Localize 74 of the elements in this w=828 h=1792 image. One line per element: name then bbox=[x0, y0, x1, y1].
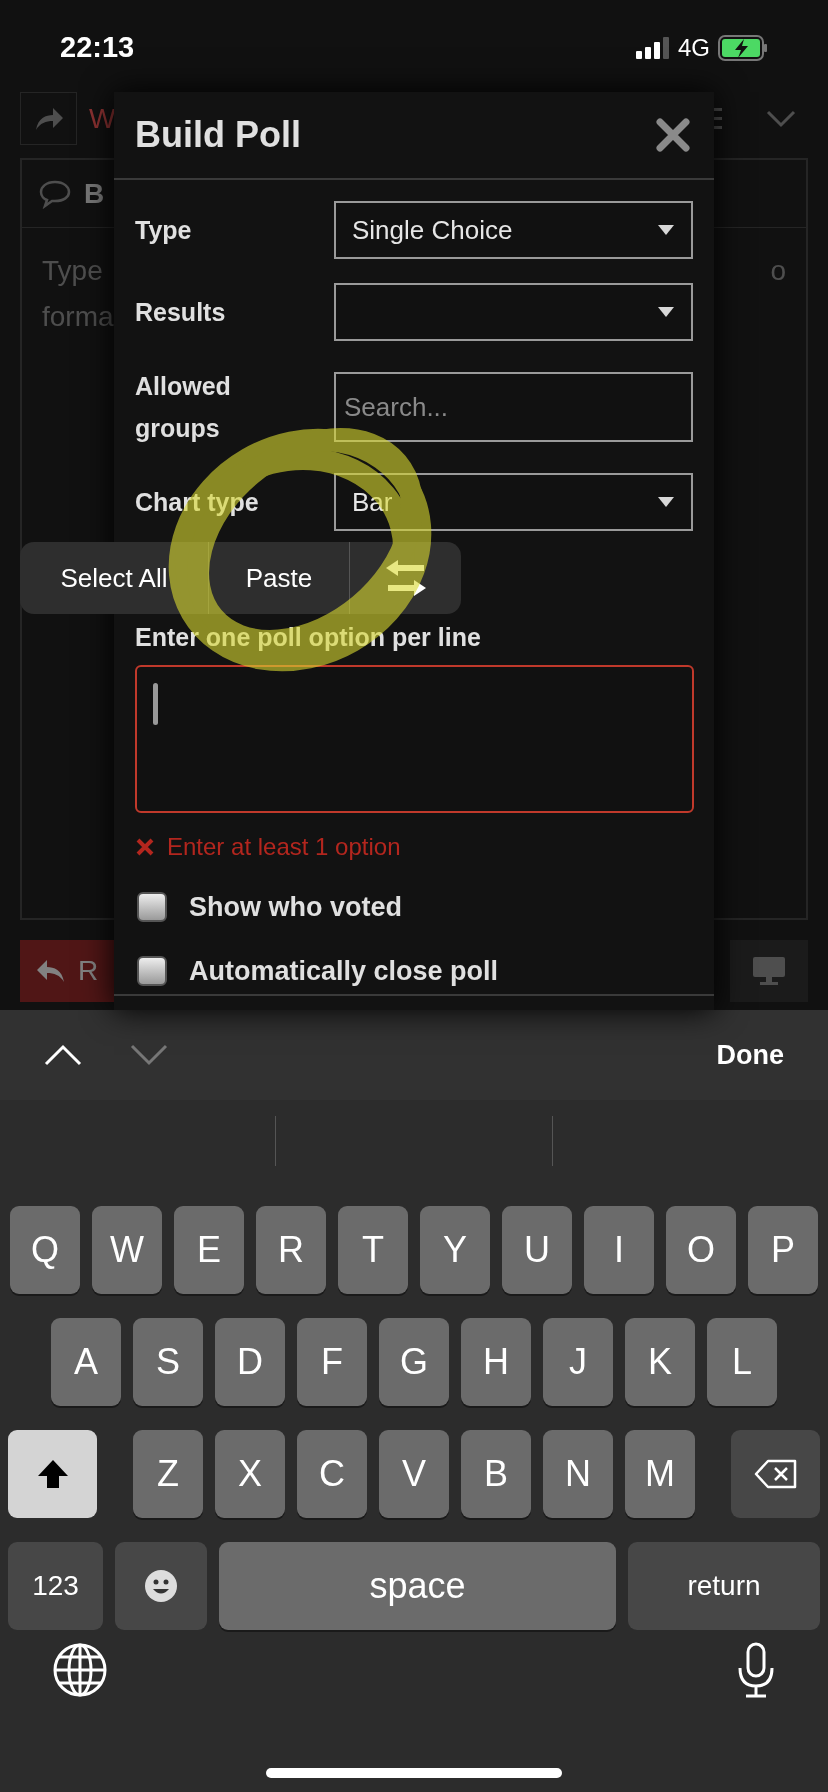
chevron-down-icon bbox=[766, 109, 796, 128]
key[interactable]: L bbox=[707, 1318, 777, 1406]
key[interactable]: J bbox=[543, 1318, 613, 1406]
key[interactable]: W bbox=[92, 1206, 162, 1294]
return-key[interactable]: return bbox=[628, 1542, 820, 1630]
key[interactable]: F bbox=[297, 1318, 367, 1406]
numbers-key[interactable]: 123 bbox=[8, 1542, 103, 1630]
editor-text: Type bbox=[42, 254, 104, 288]
monitor-icon bbox=[752, 956, 786, 986]
dropdown-caret-icon bbox=[657, 224, 675, 236]
shift-key[interactable] bbox=[8, 1430, 97, 1518]
context-menu-item[interactable]: Select All bbox=[20, 542, 208, 614]
checkbox[interactable] bbox=[137, 891, 167, 922]
emoji-key[interactable] bbox=[115, 1542, 207, 1630]
poll-options-field[interactable] bbox=[135, 664, 694, 813]
key[interactable]: D bbox=[215, 1318, 285, 1406]
key[interactable]: X bbox=[215, 1430, 285, 1518]
context-menu-item[interactable]: Paste bbox=[208, 542, 349, 614]
signal-icon bbox=[636, 37, 670, 59]
key[interactable]: Y bbox=[420, 1206, 490, 1294]
key[interactable]: N bbox=[543, 1430, 613, 1518]
done-button[interactable]: Done bbox=[716, 1034, 784, 1076]
text-cursor bbox=[153, 682, 158, 725]
key[interactable]: K bbox=[625, 1318, 695, 1406]
select-field[interactable]: Single Choice bbox=[334, 201, 693, 259]
key[interactable]: R bbox=[256, 1206, 326, 1294]
space-key[interactable]: space bbox=[219, 1542, 616, 1630]
microphone-icon[interactable] bbox=[736, 1642, 776, 1698]
field-label: Allowed groups bbox=[135, 371, 232, 444]
key[interactable]: M bbox=[625, 1430, 695, 1518]
key[interactable]: G bbox=[379, 1318, 449, 1406]
smiley-icon bbox=[143, 1568, 179, 1604]
select-field[interactable] bbox=[334, 283, 693, 341]
key[interactable]: S bbox=[133, 1318, 203, 1406]
editor-text: o bbox=[770, 254, 786, 288]
error-message: Enter at least 1 option bbox=[167, 831, 401, 862]
key[interactable]: T bbox=[338, 1206, 408, 1294]
checkbox-label: Show who voted bbox=[189, 890, 402, 924]
backspace-icon bbox=[753, 1459, 798, 1489]
key[interactable]: V bbox=[379, 1430, 449, 1518]
checkbox[interactable] bbox=[137, 956, 167, 987]
status-time: 22:13 bbox=[60, 30, 135, 66]
field-label: Results bbox=[135, 297, 227, 328]
speech-bubble-icon bbox=[38, 178, 72, 209]
key[interactable]: Q bbox=[10, 1206, 80, 1294]
chevron-down-icon[interactable] bbox=[130, 1044, 168, 1066]
key[interactable]: H bbox=[461, 1318, 531, 1406]
close-icon bbox=[656, 118, 690, 152]
error-x-icon bbox=[135, 836, 155, 857]
panel-title: B bbox=[84, 176, 105, 211]
battery-charging-icon bbox=[718, 35, 768, 61]
chevron-up-icon[interactable] bbox=[44, 1044, 82, 1066]
shift-arrow-icon bbox=[35, 1458, 70, 1490]
key[interactable]: I bbox=[584, 1206, 654, 1294]
backspace-key[interactable] bbox=[731, 1430, 820, 1518]
dialog-title: Build Poll bbox=[135, 113, 301, 157]
network-label: 4G bbox=[678, 33, 710, 63]
key[interactable]: P bbox=[748, 1206, 818, 1294]
search-field[interactable]: Search... bbox=[334, 372, 693, 442]
dropdown-caret-icon bbox=[657, 496, 675, 508]
editor-text: forma bbox=[42, 300, 114, 334]
key[interactable]: U bbox=[502, 1206, 572, 1294]
dropdown-caret-icon bbox=[657, 306, 675, 318]
checkbox-label: Automatically close poll bbox=[189, 955, 499, 988]
close-button[interactable] bbox=[653, 115, 693, 155]
key[interactable]: A bbox=[51, 1318, 121, 1406]
key[interactable]: O bbox=[666, 1206, 736, 1294]
field-label: Type bbox=[135, 215, 193, 246]
key[interactable]: E bbox=[174, 1206, 244, 1294]
toolbar-text: W bbox=[89, 101, 116, 136]
globe-icon[interactable] bbox=[52, 1642, 108, 1698]
key[interactable]: B bbox=[461, 1430, 531, 1518]
key[interactable]: Z bbox=[133, 1430, 203, 1518]
key[interactable]: C bbox=[297, 1430, 367, 1518]
